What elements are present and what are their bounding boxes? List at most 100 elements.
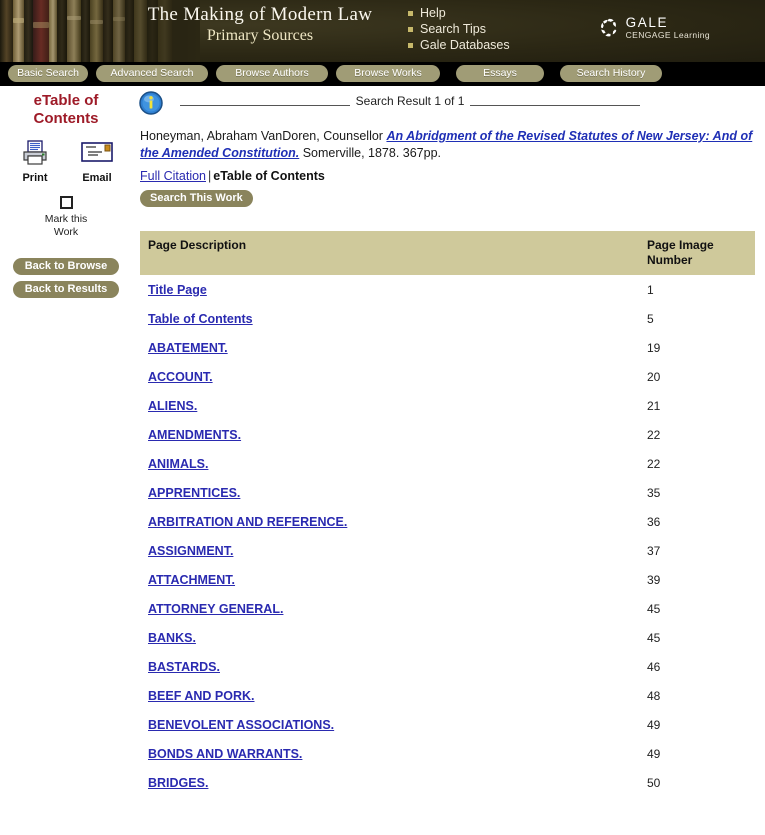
header-link-gale-databases-label[interactable]: Gale Databases <box>420 38 510 52</box>
table-row: ANIMALS. 22 <box>140 449 755 478</box>
header-link-help[interactable]: Help <box>408 5 510 21</box>
page-number-cell: 19 <box>637 333 755 362</box>
page-description-link[interactable]: Title Page <box>148 283 207 297</box>
header-help-links: Help Search Tips Gale Databases <box>408 5 510 53</box>
header-link-search-tips-label[interactable]: Search Tips <box>420 22 486 36</box>
email-button[interactable]: Email <box>74 140 120 184</box>
page-number-cell: 45 <box>637 623 755 652</box>
page-number-cell: 1 <box>637 275 755 304</box>
citation-line: Honeyman, Abraham VanDoren, Counsellor A… <box>140 128 757 162</box>
full-citation-link[interactable]: Full Citation <box>140 169 206 183</box>
page-description-link[interactable]: ARBITRATION AND REFERENCE. <box>148 515 347 529</box>
page-description-link[interactable]: ASSIGNMENT. <box>148 544 233 558</box>
page-number-cell: 37 <box>637 536 755 565</box>
info-icon[interactable] <box>138 90 164 116</box>
page-description-link[interactable]: ACCOUNT. <box>148 370 213 384</box>
print-button[interactable]: Print <box>12 140 58 184</box>
bullet-icon <box>408 11 413 16</box>
table-row: BASTARDS. 46 <box>140 652 755 681</box>
page-description-link[interactable]: BANKS. <box>148 631 196 645</box>
table-row: BANKS. 45 <box>140 623 755 652</box>
page-number-cell: 20 <box>637 362 755 391</box>
nav-advanced-search[interactable]: Advanced Search <box>96 65 208 82</box>
envelope-icon <box>81 142 113 162</box>
page-description-link[interactable]: BASTARDS. <box>148 660 220 674</box>
search-result-bar: Search Result 1 of 1 <box>132 86 765 122</box>
page-number-cell: 50 <box>637 768 755 797</box>
page-description-cell: BENEVOLENT ASSOCIATIONS. <box>140 710 637 739</box>
table-row: ASSIGNMENT. 37 <box>140 536 755 565</box>
gale-logo-tagline: CENGAGE Learning <box>625 29 710 40</box>
table-row: BRIDGES. 50 <box>140 768 755 797</box>
page-number-cell: 46 <box>637 652 755 681</box>
page-description-link[interactable]: BRIDGES. <box>148 776 208 790</box>
page-description-link[interactable]: BONDS AND WARRANTS. <box>148 747 302 761</box>
mark-this-work-label-line2: Work <box>53 226 79 238</box>
nav-essays[interactable]: Essays <box>456 65 544 82</box>
page-description-link[interactable]: ALIENS. <box>148 399 197 413</box>
page-description-cell: ARBITRATION AND REFERENCE. <box>140 507 637 536</box>
page-number-cell: 49 <box>637 739 755 768</box>
page-description-cell: ACCOUNT. <box>140 362 637 391</box>
page-description-cell: BASTARDS. <box>140 652 637 681</box>
nav-browse-works[interactable]: Browse Works <box>336 65 440 82</box>
page-description-link[interactable]: BENEVOLENT ASSOCIATIONS. <box>148 718 334 732</box>
gale-cengage-logo: GALE CENGAGE Learning <box>598 16 710 39</box>
page-description-link[interactable]: ATTACHMENT. <box>148 573 235 587</box>
site-title-line2: Primary Sources <box>206 27 314 44</box>
header-link-help-label[interactable]: Help <box>420 6 446 20</box>
bullet-icon <box>408 27 413 32</box>
page-description-cell: ATTACHMENT. <box>140 565 637 594</box>
nav-basic-search[interactable]: Basic Search <box>8 65 88 82</box>
site-title: The Making of Modern Law Primary Sources <box>110 4 410 46</box>
header-link-gale-databases[interactable]: Gale Databases <box>408 37 510 53</box>
page-description-link[interactable]: BEEF AND PORK. <box>148 689 255 703</box>
page-description-cell: Table of Contents <box>140 304 637 333</box>
page-description-cell: ALIENS. <box>140 391 637 420</box>
page-description-link[interactable]: ANIMALS. <box>148 457 208 471</box>
nav-search-history[interactable]: Search History <box>560 65 662 82</box>
page-description-cell: BRIDGES. <box>140 768 637 797</box>
table-row: AMENDMENTS. 22 <box>140 420 755 449</box>
page-description-link[interactable]: ATTORNEY GENERAL. <box>148 602 283 616</box>
gale-swirl-icon <box>600 18 616 36</box>
page-number-cell: 5 <box>637 304 755 333</box>
table-row: ATTORNEY GENERAL. 45 <box>140 594 755 623</box>
page-description-cell: ATTORNEY GENERAL. <box>140 594 637 623</box>
sidebar-tools: Print Email <box>0 140 132 184</box>
bullet-icon <box>408 43 413 48</box>
header-link-search-tips[interactable]: Search Tips <box>408 21 510 37</box>
search-this-work-button[interactable]: Search This Work <box>140 190 253 207</box>
current-view-label: eTable of Contents <box>213 169 325 183</box>
page-description-link[interactable]: APPRENTICES. <box>148 486 240 500</box>
main-content: Search Result 1 of 1 Honeyman, Abraham V… <box>132 86 765 797</box>
sidebar-heading: eTable of Contents <box>33 92 99 127</box>
mark-this-work-checkbox[interactable] <box>59 196 73 210</box>
nav-browse-authors[interactable]: Browse Authors <box>216 65 328 82</box>
table-row: BONDS AND WARRANTS. 49 <box>140 739 755 768</box>
mark-this-work[interactable]: Mark this Work <box>0 194 132 238</box>
masthead: The Making of Modern Law Primary Sources… <box>0 0 765 62</box>
printer-icon <box>23 140 47 165</box>
table-row: Table of Contents 5 <box>140 304 755 333</box>
page-description-cell: Title Page <box>140 275 637 304</box>
page-description-cell: ABATEMENT. <box>140 333 637 362</box>
citation-imprint: Somerville, 1878. 367pp. <box>299 146 442 160</box>
page-description-cell: AMENDMENTS. <box>140 420 637 449</box>
page-number-cell: 22 <box>637 420 755 449</box>
page-description-cell: BEEF AND PORK. <box>140 681 637 710</box>
back-to-results-button[interactable]: Back to Results <box>13 281 119 298</box>
back-to-browse-button[interactable]: Back to Browse <box>13 258 119 275</box>
page-description-link[interactable]: AMENDMENTS. <box>148 428 241 442</box>
page-description-link[interactable]: ABATEMENT. <box>148 341 228 355</box>
citation-author: Honeyman, Abraham VanDoren, Counsellor <box>140 129 383 143</box>
page-description-cell: BANKS. <box>140 623 637 652</box>
mark-this-work-label-line1: Mark this <box>44 213 88 225</box>
page-description-link[interactable]: Table of Contents <box>148 312 253 326</box>
email-label: Email <box>82 172 112 184</box>
table-row: ACCOUNT. 20 <box>140 362 755 391</box>
page-description-cell: BONDS AND WARRANTS. <box>140 739 637 768</box>
table-row: Title Page 1 <box>140 275 755 304</box>
table-of-contents-table: Page Description Page Image Number Title… <box>140 231 755 797</box>
citation-links: Full Citation | eTable of Contents <box>140 169 757 183</box>
